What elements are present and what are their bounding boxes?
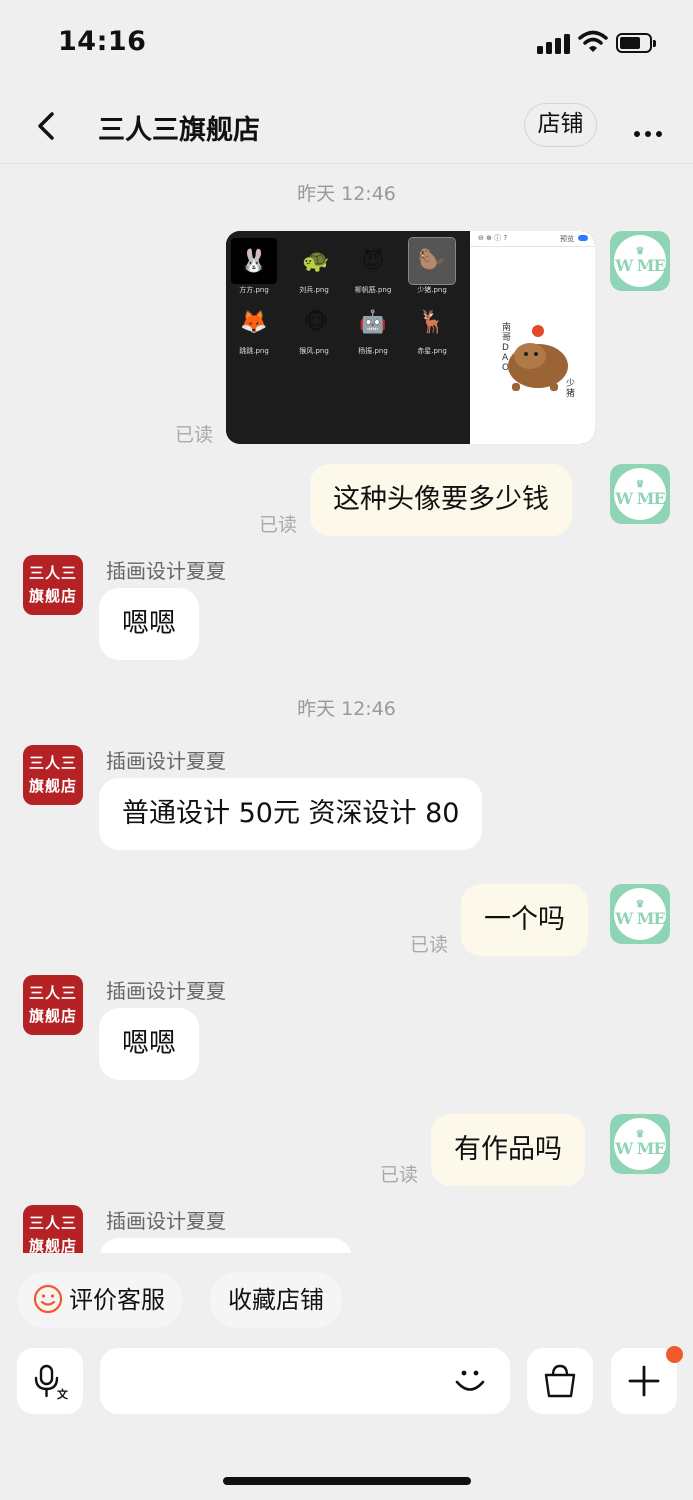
signal-icon: [537, 34, 571, 54]
read-receipt: 已读: [259, 514, 298, 536]
my-avatar[interactable]: ♛ W ME: [610, 464, 670, 524]
chat-list[interactable]: 昨天 12:46 已读 🐰 🐢 😈 🦫 方方.png 刘兵.png 柳帆筋.pn…: [0, 165, 693, 1253]
smile-icon: [33, 1284, 63, 1314]
shop-avatar[interactable]: 三人三 旗舰店: [23, 555, 83, 615]
thumb-icon: 🦊: [240, 309, 268, 335]
file-grid: 🐰 🐢 😈 🦫 方方.png 刘兵.png 柳帆筋.png 少猪.png 🦊 🐵…: [226, 231, 470, 444]
page-title: 三人三旗舰店: [98, 115, 260, 146]
my-avatar[interactable]: ♛ W ME: [610, 884, 670, 944]
more-actions-button[interactable]: [611, 1346, 683, 1414]
quick-actions: 评价客服 收藏店铺: [0, 1272, 693, 1332]
shop-avatar[interactable]: 三人三 旗舰店: [23, 975, 83, 1035]
rate-service-button[interactable]: 评价客服: [17, 1272, 183, 1328]
message-bubble-sent[interactable]: 一个吗: [461, 884, 588, 956]
nav-bar: 三人三旗舰店 店铺: [0, 88, 693, 164]
sender-name: 插画设计夏夏: [106, 749, 226, 773]
thumb-icon: 🤖: [359, 309, 387, 335]
message-bubble-received[interactable]: 普通设计 50元 资深设计 80: [99, 778, 483, 850]
my-avatar[interactable]: ♛ W ME: [610, 1114, 670, 1174]
shop-avatar[interactable]: 三人三 旗舰店: [23, 745, 83, 805]
image-message[interactable]: 🐰 🐢 😈 🦫 方方.png 刘兵.png 柳帆筋.png 少猪.png 🦊 🐵…: [226, 231, 595, 444]
file-name: 少猪.png: [417, 286, 447, 294]
shopping-bag-button[interactable]: [527, 1348, 593, 1414]
message-bubble-received[interactable]: [99, 1238, 352, 1253]
shop-avatar[interactable]: 三人三 旗舰店: [23, 1205, 83, 1253]
file-name: 柳帆筋.png: [354, 286, 392, 294]
more-icon[interactable]: [634, 122, 667, 141]
plus-icon: [628, 1365, 660, 1397]
file-name: 猴风.png: [299, 347, 329, 355]
timestamp: 昨天 12:46: [297, 183, 396, 205]
preview-toolbar: ⊖ ⊕ ⓘ ? 预览: [470, 231, 595, 247]
status-bar: 14:16: [0, 0, 693, 88]
thumb-icon: 😈: [361, 248, 385, 274]
sender-name: 插画设计夏夏: [106, 979, 226, 1003]
battery-icon: [616, 33, 656, 53]
sender-name: 插画设计夏夏: [106, 559, 226, 583]
home-indicator: [223, 1477, 471, 1485]
shop-button[interactable]: 店铺: [524, 103, 597, 147]
status-time: 14:16: [58, 26, 147, 57]
emoji-icon[interactable]: [452, 1363, 488, 1399]
read-receipt: 已读: [410, 934, 449, 956]
message-bubble-received[interactable]: 嗯嗯: [99, 1008, 199, 1080]
my-avatar[interactable]: ♛ W ME: [610, 231, 670, 291]
thumb-icon: 🐢: [302, 248, 330, 274]
message-bubble-sent[interactable]: 有作品吗: [431, 1114, 585, 1186]
file-name: 杨振.png: [358, 347, 388, 355]
sender-name: 插画设计夏夏: [106, 1209, 226, 1233]
thumb-icon: 🦌: [418, 309, 446, 335]
file-name: 方方.png: [239, 286, 269, 294]
wifi-icon: [578, 30, 608, 52]
timestamp: 昨天 12:46: [297, 698, 396, 720]
voice-button[interactable]: 文: [17, 1348, 83, 1414]
thumb-icon: 🦫: [408, 237, 456, 285]
read-receipt: 已读: [380, 1164, 419, 1186]
back-icon[interactable]: [28, 108, 68, 144]
favorite-shop-button[interactable]: 收藏店铺: [210, 1272, 342, 1328]
thumb-icon: 🐰: [231, 238, 277, 284]
image-preview: ⊖ ⊕ ⓘ ? 预览 南哥DAO 少猪: [470, 231, 595, 444]
notification-dot: [666, 1346, 683, 1363]
file-name: 赤星.png: [417, 347, 447, 355]
file-name: 刘兵.png: [299, 286, 329, 294]
capybara-illustration: [508, 325, 568, 391]
message-bubble-sent[interactable]: 这种头像要多少钱: [310, 464, 572, 536]
svg-text:文: 文: [57, 1387, 69, 1401]
file-name: 跳跳.png: [239, 347, 269, 355]
preview-caption: 少猪: [566, 379, 576, 399]
message-input[interactable]: [100, 1348, 510, 1414]
thumb-icon: 🐵: [303, 309, 329, 335]
voice-icon: 文: [34, 1364, 69, 1401]
bag-icon: [544, 1364, 576, 1398]
input-bar: 文: [0, 1346, 693, 1418]
read-receipt: 已读: [175, 424, 214, 446]
message-bubble-received[interactable]: 嗯嗯: [99, 588, 199, 660]
